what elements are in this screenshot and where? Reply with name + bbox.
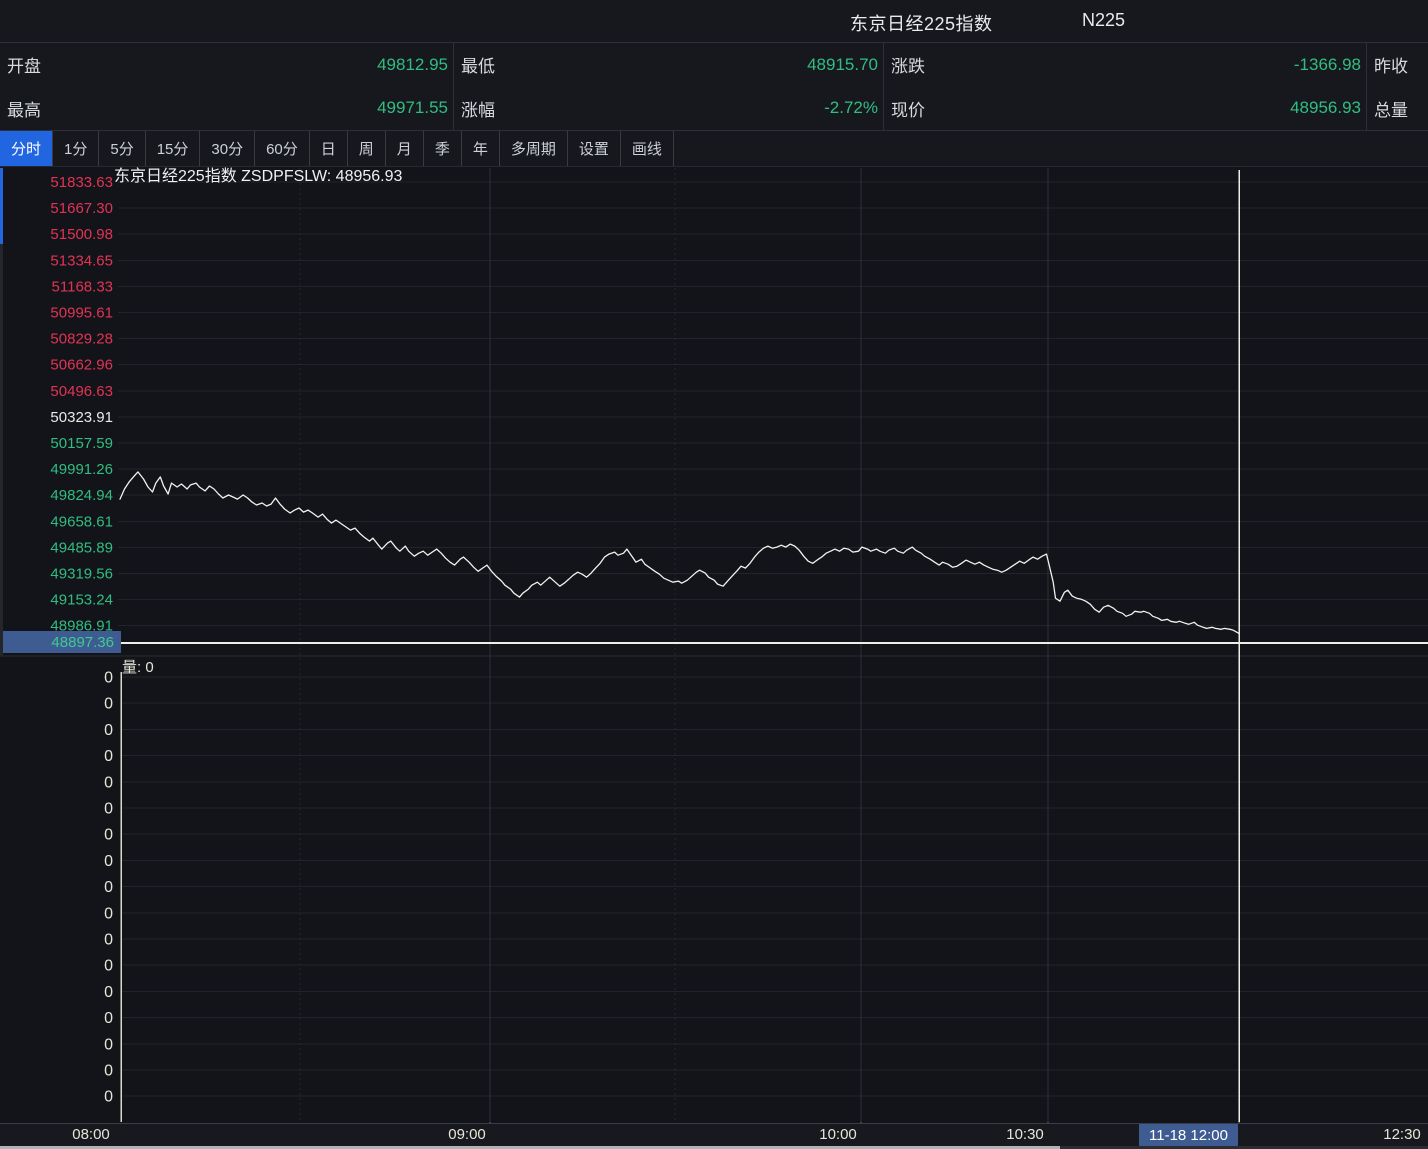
tab-60min[interactable]: 60分 bbox=[255, 131, 310, 166]
volume-indicator-label: 量: 0 bbox=[122, 656, 154, 677]
crosshair-price-value: 48897.36 bbox=[51, 634, 114, 651]
tab-multi-period[interactable]: 多周期 bbox=[500, 131, 568, 166]
y-axis-tick: 50496.63 bbox=[50, 383, 113, 400]
volume-axis-tick: 0 bbox=[104, 696, 113, 713]
tab-1min[interactable]: 1分 bbox=[53, 131, 99, 166]
volume-axis-tick: 0 bbox=[104, 1036, 113, 1053]
field-value: -1366.98 bbox=[1294, 55, 1361, 75]
quote-field-change: 涨跌 -1366.98 bbox=[884, 43, 1366, 87]
volume-axis-tick: 0 bbox=[104, 801, 113, 818]
tab-draw-line[interactable]: 画线 bbox=[621, 131, 674, 166]
tab-year[interactable]: 年 bbox=[462, 131, 500, 166]
tab-day[interactable]: 日 bbox=[310, 131, 348, 166]
tab-5min[interactable]: 5分 bbox=[99, 131, 145, 166]
volume-axis-tick: 0 bbox=[104, 827, 113, 844]
y-axis-tick: 51334.65 bbox=[50, 252, 113, 269]
field-label: 最低 bbox=[461, 52, 495, 77]
time-axis-label: 08:00 bbox=[72, 1126, 110, 1143]
quote-field-change-percent: 涨幅 -2.72% bbox=[454, 87, 883, 131]
quote-field-current-price: 现价 48956.93 bbox=[884, 87, 1366, 131]
volume-axis-tick: 0 bbox=[104, 1089, 113, 1106]
volume-axis-tick: 0 bbox=[104, 905, 113, 922]
tab-15min[interactable]: 15分 bbox=[146, 131, 201, 166]
field-label: 最高 bbox=[7, 96, 41, 121]
volume-axis-tick: 0 bbox=[104, 722, 113, 739]
y-axis-tick: 49824.94 bbox=[50, 487, 113, 504]
y-axis-tick: 51833.63 bbox=[50, 174, 113, 191]
titlebar: 东京日经225指数 N225 bbox=[0, 0, 1428, 43]
tab-quarter[interactable]: 季 bbox=[424, 131, 462, 166]
volume-axis-tick: 0 bbox=[104, 1063, 113, 1080]
y-axis-tick: 49153.24 bbox=[50, 592, 113, 609]
tab-week[interactable]: 周 bbox=[348, 131, 386, 166]
quote-column: 开盘 49812.95 最高 49971.55 bbox=[0, 43, 453, 130]
tab-month[interactable]: 月 bbox=[386, 131, 424, 166]
quote-field-total-volume: 总量 bbox=[1367, 87, 1428, 131]
quote-field-low: 最低 48915.70 bbox=[454, 43, 883, 87]
field-label: 现价 bbox=[891, 96, 925, 121]
y-axis-tick: 50323.91 bbox=[50, 409, 113, 426]
app-root: 51833.63 51667.30 51500.98 51334.65 51168.33… bbox=[0, 0, 1428, 1149]
time-axis-label: 10:00 bbox=[819, 1126, 857, 1143]
y-axis-tick: 51168.33 bbox=[52, 278, 113, 295]
quote-field-open: 开盘 49812.95 bbox=[0, 43, 453, 87]
field-label: 涨幅 bbox=[461, 96, 495, 121]
field-label: 昨收 bbox=[1374, 52, 1408, 77]
tab-timeline[interactable]: 分时 bbox=[0, 131, 53, 166]
field-label: 总量 bbox=[1374, 96, 1408, 121]
quote-column: 最低 48915.70 涨幅 -2.72% bbox=[453, 43, 883, 130]
field-label: 涨跌 bbox=[891, 52, 925, 77]
chart-area[interactable]: 51833.63 51667.30 51500.98 51334.65 51168.33… bbox=[0, 0, 1428, 1149]
period-toolbar: 分时1分5分15分30分60分日周月季年多周期设置画线 bbox=[0, 131, 1428, 167]
field-value: 48915.70 bbox=[807, 55, 878, 75]
volume-axis-tick: 0 bbox=[104, 879, 113, 896]
quote-infobar: 开盘49812.95最高49971.55最低48915.70涨幅-2.72%涨跌… bbox=[0, 43, 1428, 131]
instrument-code: N225 bbox=[1082, 10, 1125, 31]
field-value: 48956.93 bbox=[1290, 98, 1361, 118]
y-axis-tick: 50662.96 bbox=[50, 357, 113, 374]
quote-column: 昨收总量 bbox=[1366, 43, 1428, 130]
time-axis-label: 12:30 bbox=[1383, 1126, 1421, 1143]
y-axis-tick: 51667.30 bbox=[50, 200, 113, 217]
y-axis-tick: 50157.59 bbox=[50, 435, 113, 452]
volume-axis-tick: 0 bbox=[104, 774, 113, 791]
volume-axis-tick: 0 bbox=[104, 853, 113, 870]
quote-field-high: 最高 49971.55 bbox=[0, 87, 453, 131]
time-axis-label: 10:30 bbox=[1006, 1126, 1044, 1143]
y-axis-tick: 49991.26 bbox=[50, 461, 113, 478]
y-axis-tick: 49658.61 bbox=[50, 513, 113, 530]
y-axis-tick: 50829.28 bbox=[50, 331, 113, 348]
y-axis-tick: 51500.98 bbox=[50, 226, 113, 243]
y-axis-tick: 49319.56 bbox=[50, 566, 113, 583]
volume-axis-tick: 0 bbox=[104, 748, 113, 765]
y-axis-tick: 49485.89 bbox=[50, 539, 113, 556]
field-value: 49971.55 bbox=[377, 98, 448, 118]
volume-axis-tick: 0 bbox=[104, 932, 113, 949]
vertical-scrollbar-thumb[interactable] bbox=[0, 168, 3, 244]
field-value: -2.72% bbox=[824, 98, 878, 118]
volume-axis-tick: 0 bbox=[104, 670, 113, 687]
crosshair-time-tag: 11-18 12:00 bbox=[1139, 1124, 1238, 1148]
field-value: 49812.95 bbox=[377, 55, 448, 75]
quote-field-prev-close: 昨收 bbox=[1367, 43, 1428, 87]
volume-axis-tick: 0 bbox=[104, 958, 113, 975]
time-axis-label: 09:00 bbox=[448, 1126, 486, 1143]
instrument-title: 东京日经225指数 bbox=[850, 10, 993, 36]
y-axis-tick: 50995.61 bbox=[50, 305, 113, 322]
volume-axis-tick: 0 bbox=[104, 984, 113, 1001]
crosshair-price-tag: 48897.36 bbox=[0, 631, 121, 653]
chart-background bbox=[0, 166, 1428, 1149]
quote-column: 涨跌 -1366.98 现价 48956.93 bbox=[883, 43, 1366, 130]
field-label: 开盘 bbox=[7, 52, 41, 77]
volume-axis-tick: 0 bbox=[104, 1010, 113, 1027]
tab-settings[interactable]: 设置 bbox=[568, 131, 621, 166]
tab-30min[interactable]: 30分 bbox=[200, 131, 255, 166]
